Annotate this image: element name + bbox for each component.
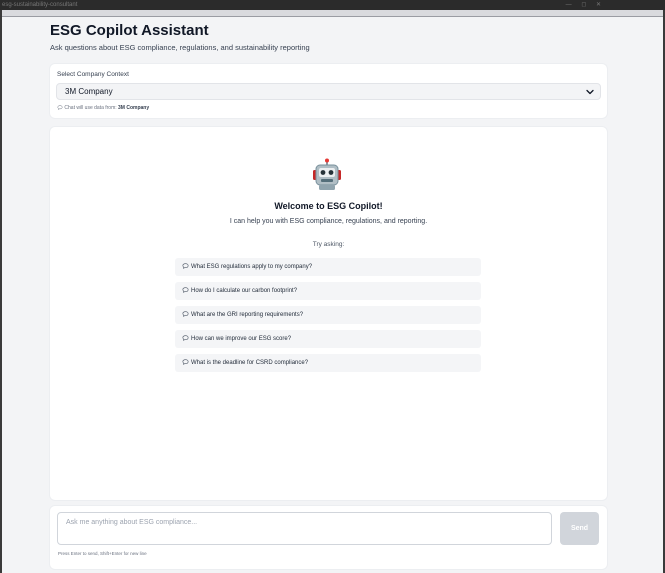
company-context-label: Select Company Context (57, 71, 129, 78)
suggestion-button[interactable]: How can we improve our ESG score? (175, 330, 481, 348)
suggestion-text: What is the deadline for CSRD compliance… (191, 360, 309, 366)
chat-bubble-icon (182, 359, 189, 365)
context-note-company: 3M Company (118, 105, 150, 111)
welcome-title: Welcome to ESG Copilot! (274, 201, 383, 211)
suggestion-text: How do I calculate our carbon footprint? (191, 288, 298, 294)
browser-top-bar: esg-sustainability-consultant — ◻ ✕ (0, 0, 665, 10)
chat-panel: Welcome to ESG Copilot! I can help you w… (50, 127, 607, 500)
chat-bubble-icon (182, 311, 189, 317)
suggestion-button[interactable]: What ESG regulations apply to my company… (175, 258, 481, 276)
divider (2, 16, 663, 17)
window-controls[interactable]: — ◻ ✕ (566, 2, 605, 8)
try-asking-label: Try asking: (312, 241, 345, 248)
company-select[interactable]: 3M Company (56, 83, 601, 100)
chat-bubble-icon (182, 263, 189, 269)
chat-bubble-icon (182, 335, 189, 341)
suggestion-button[interactable]: What are the GRI reporting requirements? (175, 306, 481, 324)
suggestion-text: What are the GRI reporting requirements? (191, 312, 304, 318)
suggestion-text: How can we improve our ESG score? (191, 336, 292, 342)
keyboard-hint: Press Enter to send, Shift+Enter for new… (58, 551, 147, 556)
company-select-value: 3M Company (65, 87, 113, 96)
suggestion-button[interactable]: What is the deadline for CSRD compliance… (175, 354, 481, 372)
page-title: ESG Copilot Assistant (50, 22, 209, 39)
company-context-card: Select Company Context 3M Company Chat w… (50, 64, 607, 118)
tab-title[interactable]: esg-sustainability-consultant (2, 0, 77, 10)
robot-icon (313, 158, 341, 190)
suggestion-text: What ESG regulations apply to my company… (191, 264, 313, 270)
chat-bubble-icon (57, 105, 63, 110)
welcome-subtitle: I can help you with ESG compliance, regu… (229, 218, 428, 225)
composer-card: Send Press Enter to send, Shift+Enter fo… (50, 506, 607, 569)
chevron-down-icon (586, 89, 594, 95)
app-page: ESG Copilot Assistant Ask questions abou… (2, 10, 663, 573)
send-button[interactable]: Send (560, 512, 599, 545)
chat-bubble-icon (182, 287, 189, 293)
suggestion-button[interactable]: How do I calculate our carbon footprint? (175, 282, 481, 300)
page-subtitle: Ask questions about ESG compliance, regu… (50, 43, 310, 52)
context-note: Chat will use data from: 3M Company (57, 105, 149, 111)
message-input[interactable] (57, 512, 552, 545)
context-note-prefix: Chat will use data from: (64, 105, 117, 111)
